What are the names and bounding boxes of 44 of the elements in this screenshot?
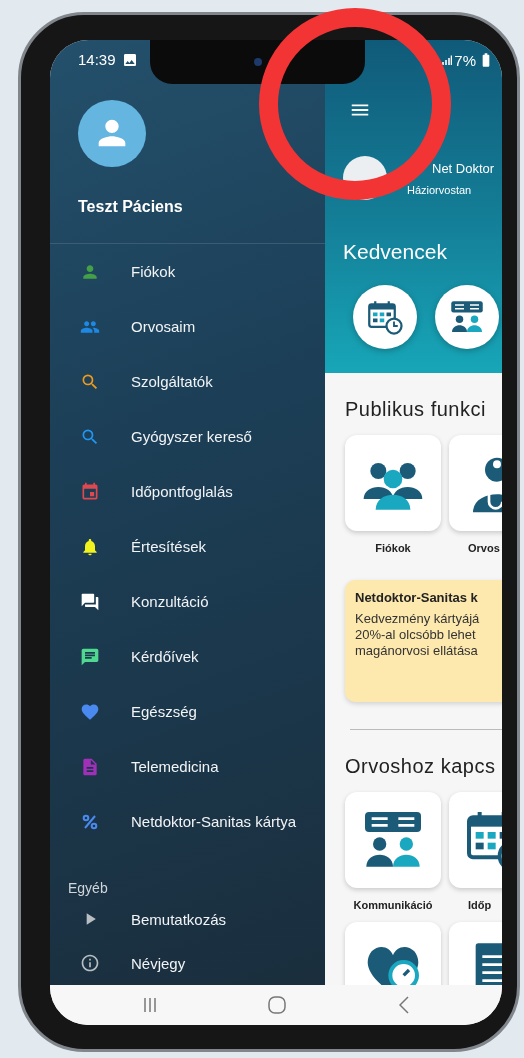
feature-tile[interactable] xyxy=(345,435,441,531)
drawer-item[interactable]: Értesítések xyxy=(50,519,325,574)
tile-label: Kommunikáció xyxy=(353,898,433,912)
back-icon[interactable] xyxy=(398,996,409,1014)
drawer-item[interactable]: Szolgáltatók xyxy=(50,354,325,409)
drawer-item[interactable]: Telemedicina xyxy=(50,739,325,794)
drawer-item[interactable]: Orvosaim xyxy=(50,299,325,354)
drawer-item[interactable]: Bemutatkozás xyxy=(50,897,325,941)
battery-level: 7% xyxy=(454,51,476,69)
user-name: Teszt Páciens xyxy=(78,197,184,217)
tile-label: Időp xyxy=(467,898,492,912)
drawer-item[interactable]: Egészség xyxy=(50,684,325,739)
favorite-button[interactable] xyxy=(435,285,499,349)
doctor-role: Háziorvostan xyxy=(407,183,473,196)
promo-text: Kedvezmény kártyájá xyxy=(355,611,481,627)
drawer-item[interactable]: Gyógyszer kereső xyxy=(50,409,325,464)
promo-title: Netdoktor-Sanitas k xyxy=(355,590,479,605)
chat-people-icon xyxy=(449,299,485,335)
favorite-button[interactable] xyxy=(353,285,417,349)
doctor-name: Net Doktor xyxy=(432,160,495,176)
promo-text: magánorvosi ellátása xyxy=(355,643,479,659)
promo-text: 20%-al olcsóbb lehet xyxy=(355,627,477,643)
section-title: Orvoshoz kapcs xyxy=(345,754,497,778)
signal-icon xyxy=(442,55,453,65)
section-label: Egyéb xyxy=(68,879,109,897)
section-title: Publikus funkci xyxy=(345,397,487,421)
calendar-clock-icon xyxy=(367,299,403,335)
feature-tile[interactable] xyxy=(345,792,441,888)
home-icon[interactable] xyxy=(268,996,286,1014)
drawer-item[interactable]: Névjegy xyxy=(50,941,325,985)
info-icon xyxy=(80,953,100,973)
drawer-item[interactable]: Fiókok xyxy=(50,244,325,299)
tile-label: Orvos xyxy=(467,541,500,555)
tile-label: Fiókok xyxy=(375,541,411,555)
drawer-item[interactable]: Netdoktor-Sanitas kártya xyxy=(50,794,325,849)
drawer-item[interactable]: Kérdőívek xyxy=(50,629,325,684)
status-time: 14:39 xyxy=(78,51,116,69)
favorites-title: Kedvencek xyxy=(343,239,448,265)
drawer-item[interactable]: Időpontfoglalás xyxy=(50,464,325,519)
drawer-item[interactable]: Konzultáció xyxy=(50,574,325,629)
recents-icon[interactable] xyxy=(143,997,158,1013)
camera-icon xyxy=(252,57,263,67)
image-icon xyxy=(121,51,138,68)
promo-card[interactable]: Netdoktor-Sanitas k Kedvezmény kártyájá 20%-al olcsóbb lehet magánorvosi ellátása xyxy=(345,580,502,702)
